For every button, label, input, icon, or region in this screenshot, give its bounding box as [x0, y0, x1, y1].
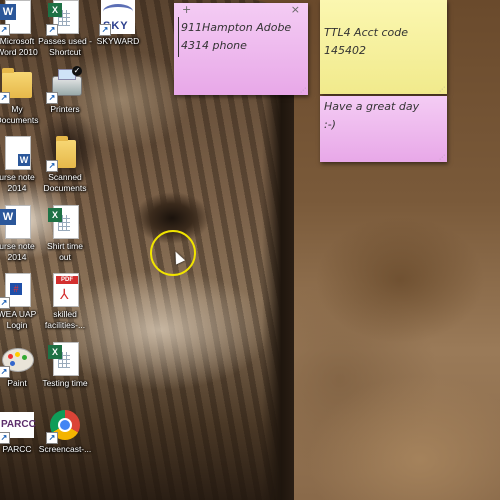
add-note-button[interactable]: + — [182, 3, 191, 16]
web-shortcut-icon: # ↗ — [0, 273, 34, 309]
desktop-icon-testing-time[interactable]: X Testing time — [30, 342, 100, 389]
shortcut-arrow-icon: ↗ — [99, 24, 111, 36]
icon-label: Screencast-... — [38, 444, 92, 454]
skyward-icon: SKY ↗ — [99, 0, 135, 36]
folder-icon: ↗ — [46, 136, 82, 172]
icon-label: skilled facilities-... — [44, 309, 86, 330]
excel-icon: X — [48, 342, 82, 376]
shortcut-arrow-icon: ↗ — [0, 366, 10, 378]
desktop-icon-shirt-time-out[interactable]: X Shirt time out — [30, 205, 100, 263]
sticky-note-3[interactable]: Have a great day :-) ⋰ — [320, 96, 447, 162]
desktop-icon-scanned-documents[interactable]: ↗ Scanned Documents — [30, 136, 100, 194]
sticky-note-1[interactable]: + × 911Hampton Adobe 4314 phone ⋰ — [174, 3, 308, 95]
shortcut-arrow-icon: ↗ — [46, 432, 58, 444]
note-line: TTL4 Acct code — [324, 26, 409, 39]
word-icon: W ↗ — [0, 0, 34, 36]
sticky-note-text[interactable]: Have a great day :-) — [320, 96, 447, 136]
icon-label: Testing time — [42, 378, 88, 388]
word-icon: W — [0, 205, 34, 239]
chrome-icon: ↗ — [46, 408, 82, 444]
resize-grip-icon[interactable]: ⋰ — [300, 87, 306, 94]
excel-icon: X — [48, 205, 82, 239]
close-note-button[interactable]: × — [291, 3, 300, 16]
note-line: 4314 phone — [181, 39, 247, 52]
desktop-icon-skyward[interactable]: SKY ↗ SKYWARD — [83, 0, 153, 47]
desktop-icon-screencast[interactable]: ↗ Screencast-... — [30, 408, 100, 455]
shortcut-arrow-icon: ↗ — [0, 92, 10, 104]
excel-icon: X ↗ — [46, 0, 82, 36]
printer-icon: ✓ ↗ — [46, 66, 82, 104]
shortcut-arrow-icon: ↗ — [46, 160, 58, 172]
sticky-note-text[interactable]: TTL4 Acct code 145402 — [320, 0, 447, 62]
sticky-note-2[interactable]: TTL4 Acct code 145402 ⋰ — [320, 0, 447, 94]
note-line: :-) — [324, 118, 336, 131]
note-line: Have a great day — [324, 100, 420, 113]
shortcut-arrow-icon: ↗ — [46, 24, 58, 36]
resize-grip-icon[interactable]: ⋰ — [439, 86, 445, 93]
parcc-icon: PARCC ↗ — [0, 408, 36, 444]
resize-grip-icon[interactable]: ⋰ — [439, 154, 445, 161]
note-line: 911Hampton Adobe — [181, 21, 292, 34]
icon-label: SKYWARD — [96, 36, 140, 46]
note-line: 145402 — [324, 44, 366, 57]
desktop: W↗ Microsoft Word 2010 ↗ My Documents W … — [0, 0, 500, 500]
icon-label: Shirt time out — [47, 241, 83, 262]
shortcut-arrow-icon: ↗ — [0, 432, 10, 444]
shortcut-arrow-icon: ↗ — [0, 297, 10, 309]
sticky-note-text[interactable]: 911Hampton Adobe 4314 phone — [178, 17, 308, 57]
shortcut-arrow-icon: ↗ — [46, 92, 58, 104]
folder-icon: ↗ — [0, 68, 34, 104]
word-doc-icon: W — [0, 136, 34, 170]
sticky-note-title-bar[interactable]: + × — [174, 3, 308, 17]
icon-label: Scanned Documents — [43, 172, 87, 193]
pdf-icon: PDF ⅄ — [48, 273, 82, 307]
wallpaper-shadow — [262, 60, 294, 500]
icon-label: Printers — [50, 104, 80, 114]
desktop-icon-skilled-facilities[interactable]: PDF ⅄ skilled facilities-... — [30, 273, 100, 331]
checkmark-icon: ✓ — [72, 66, 82, 76]
desktop-icon-printers[interactable]: ✓ ↗ Printers — [30, 66, 100, 115]
shortcut-arrow-icon: ↗ — [0, 24, 10, 36]
paint-icon: ↗ — [0, 342, 34, 378]
